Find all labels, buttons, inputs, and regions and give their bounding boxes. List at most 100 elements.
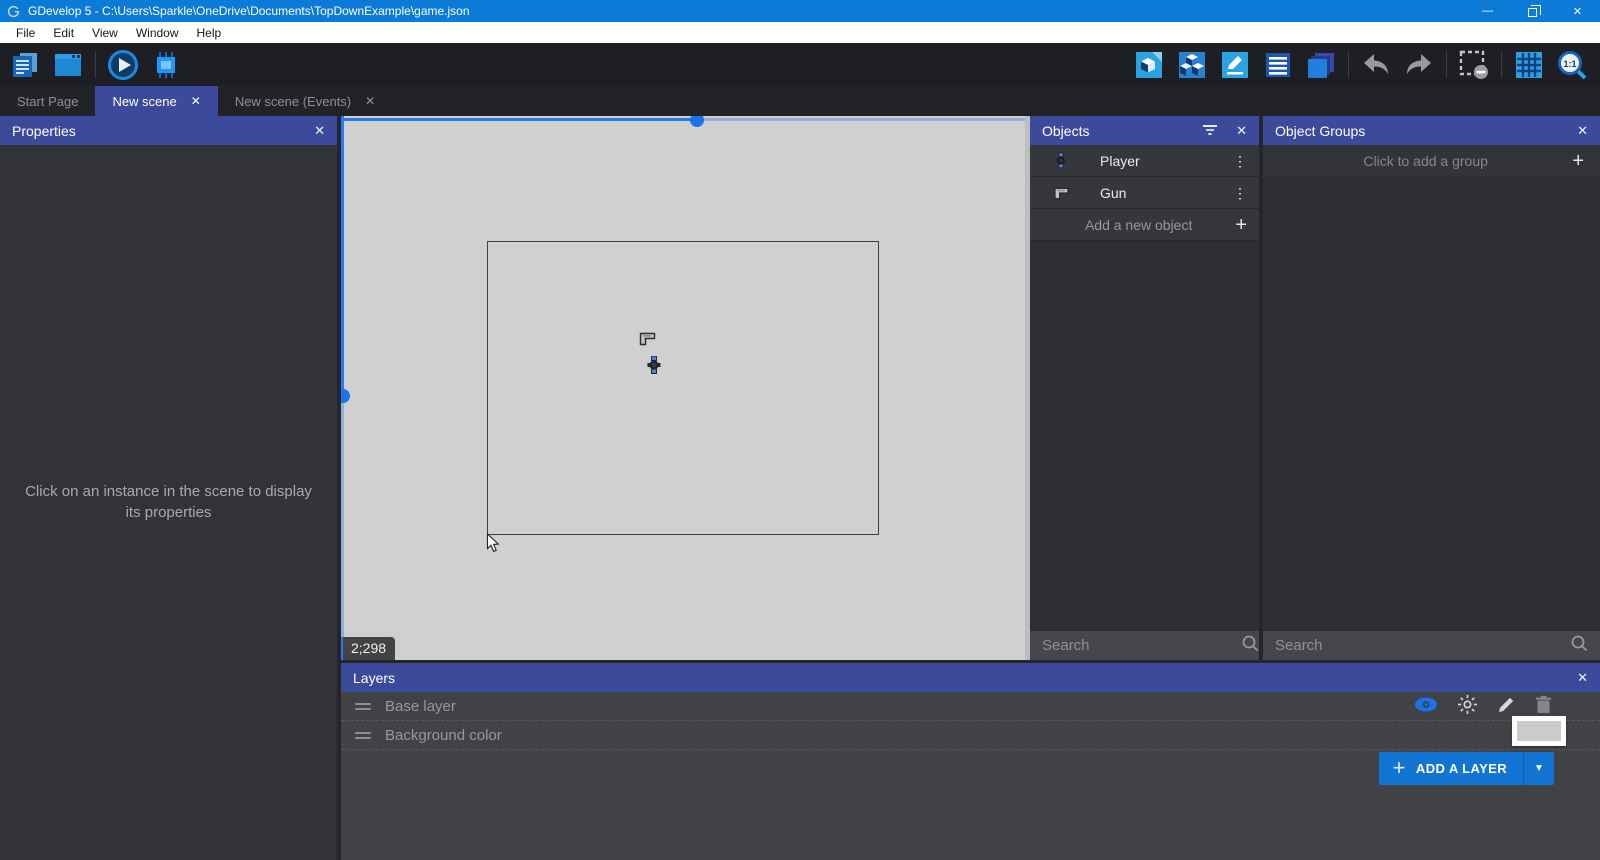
layer-name: Base layer	[385, 697, 456, 715]
object-menu-icon[interactable]: ⋮	[1233, 154, 1247, 168]
tabbar: Start Page New scene ✕ New scene (Events…	[0, 86, 1600, 116]
plus-icon: +	[1572, 150, 1584, 172]
object-groups-header: Object Groups ✕	[1263, 116, 1600, 145]
toolbar-separator	[1348, 51, 1349, 78]
objects-searchbar	[1030, 631, 1259, 660]
object-menu-icon[interactable]: ⋮	[1233, 186, 1247, 200]
drag-handle-icon[interactable]	[355, 702, 371, 710]
canvas-horizontal-scrollbar[interactable]	[341, 118, 1025, 121]
object-groups-panel: Object Groups ✕ Click to add a group +	[1263, 116, 1600, 660]
restore-icon	[1528, 4, 1541, 17]
object-name: Player	[1100, 152, 1140, 169]
gun-object-icon	[1052, 186, 1070, 200]
window-title: GDevelop 5 - C:\Users\Sparkle\OneDrive\D…	[28, 4, 470, 18]
properties-panel: Properties ✕ Click on an instance in the…	[0, 116, 337, 860]
scene-canvas[interactable]: 2;298	[341, 116, 1025, 660]
layer-name: Background color	[385, 726, 502, 744]
tab-start-page[interactable]: Start Page	[0, 86, 95, 116]
restore-button[interactable]	[1510, 0, 1555, 22]
debug-button[interactable]	[150, 49, 182, 81]
layers-editor-icon[interactable]	[1305, 49, 1337, 81]
properties-empty-message: Click on an instance in the scene to dis…	[25, 483, 312, 521]
gdevelop-logo-icon	[7, 5, 20, 18]
mouse-cursor-icon	[486, 532, 501, 559]
tab-close-icon[interactable]: ✕	[191, 94, 201, 108]
start-page-icon[interactable]	[52, 49, 84, 81]
close-icon[interactable]: ✕	[1236, 123, 1247, 139]
svg-text:1:1: 1:1	[1563, 59, 1576, 69]
layer-edit-pencil-icon[interactable]	[1497, 695, 1516, 718]
scene-window-rect	[487, 241, 879, 535]
gun-instance[interactable]	[639, 331, 656, 351]
object-name: Gun	[1100, 184, 1127, 201]
objects-search-input[interactable]	[1042, 637, 1241, 654]
titlebar: GDevelop 5 - C:\Users\Sparkle\OneDrive\D…	[0, 0, 1600, 22]
layers-header: Layers ✕	[341, 663, 1600, 692]
tab-close-icon[interactable]: ✕	[365, 94, 375, 108]
object-row-player[interactable]: Player ⋮	[1030, 145, 1259, 177]
tab-new-scene[interactable]: New scene ✕	[95, 86, 218, 116]
player-instance[interactable]	[647, 355, 661, 379]
toolbar-separator	[1501, 51, 1502, 78]
minimize-button[interactable]: —	[1465, 0, 1510, 22]
close-button[interactable]: ✕	[1555, 0, 1600, 22]
project-manager-icon[interactable]	[9, 49, 41, 81]
search-icon	[1241, 634, 1259, 657]
object-row-gun[interactable]: Gun ⋮	[1030, 177, 1259, 209]
cursor-coordinates-badge: 2;298	[341, 637, 396, 660]
menu-file[interactable]: File	[7, 22, 44, 43]
layer-row-background-color[interactable]: Background color	[341, 721, 1600, 750]
close-icon[interactable]: ✕	[1577, 670, 1588, 686]
add-new-object-button[interactable]: Add a new object +	[1030, 209, 1259, 241]
objects-panel: Objects ✕ Player ⋮ Gun ⋮ Add a new objec…	[1030, 116, 1259, 660]
layer-effects-icon[interactable]	[1457, 694, 1478, 719]
objects-editor-icon[interactable]	[1133, 49, 1165, 81]
canvas-vertical-scrollbar[interactable]	[341, 116, 344, 660]
groups-search-input[interactable]	[1275, 637, 1570, 654]
menu-window[interactable]: Window	[127, 22, 188, 43]
zoom-original-icon[interactable]: 1:1	[1556, 49, 1588, 81]
plus-icon: +	[1392, 754, 1406, 780]
instances-list-icon[interactable]	[1262, 49, 1294, 81]
properties-title: Properties	[12, 122, 76, 139]
add-layer-button[interactable]: + ADD A LAYER ▼	[1378, 752, 1554, 785]
menubar: File Edit View Window Help	[0, 22, 1600, 43]
toolbar-separator	[95, 51, 96, 78]
background-color-swatch[interactable]	[1512, 716, 1566, 746]
drag-handle-icon[interactable]	[355, 731, 371, 739]
add-group-label: Click to add a group	[1363, 153, 1488, 169]
properties-header: Properties ✕	[0, 116, 337, 145]
close-icon[interactable]: ✕	[1577, 123, 1588, 139]
menu-edit[interactable]: Edit	[44, 22, 83, 43]
toolbar-separator	[1446, 51, 1447, 78]
objects-header: Objects ✕	[1030, 116, 1259, 145]
tab-label: Start Page	[17, 93, 79, 109]
groups-searchbar	[1263, 631, 1600, 660]
add-layer-label: ADD A LAYER	[1415, 761, 1507, 776]
add-group-button[interactable]: Click to add a group +	[1263, 145, 1600, 177]
add-layer-dropdown-arrow[interactable]: ▼	[1523, 752, 1554, 785]
object-groups-icon[interactable]	[1176, 49, 1208, 81]
horizontal-scroll-thumb[interactable]	[690, 116, 704, 127]
search-icon	[1570, 634, 1588, 657]
filter-icon[interactable]	[1202, 123, 1218, 139]
menu-help[interactable]: Help	[188, 22, 231, 43]
layer-delete-trash-icon[interactable]	[1535, 695, 1552, 718]
vertical-scroll-thumb[interactable]	[341, 389, 350, 403]
scene-properties-icon[interactable]	[1219, 49, 1251, 81]
layer-row-base[interactable]: Base layer	[341, 692, 1600, 721]
layer-visibility-eye-icon[interactable]	[1414, 697, 1438, 716]
plus-icon: +	[1235, 213, 1247, 236]
toolbar: 1:1	[0, 43, 1600, 86]
undo-icon[interactable]	[1360, 49, 1392, 81]
menu-view[interactable]: View	[83, 22, 127, 43]
redo-icon[interactable]	[1403, 49, 1435, 81]
tab-new-scene-events[interactable]: New scene (Events) ✕	[218, 86, 392, 116]
objects-title: Objects	[1042, 122, 1090, 139]
play-button[interactable]	[107, 49, 139, 81]
grid-icon[interactable]	[1513, 49, 1545, 81]
player-object-icon	[1052, 152, 1070, 169]
close-icon[interactable]: ✕	[314, 123, 325, 139]
tab-label: New scene	[112, 93, 177, 109]
deselect-icon[interactable]	[1458, 49, 1490, 81]
